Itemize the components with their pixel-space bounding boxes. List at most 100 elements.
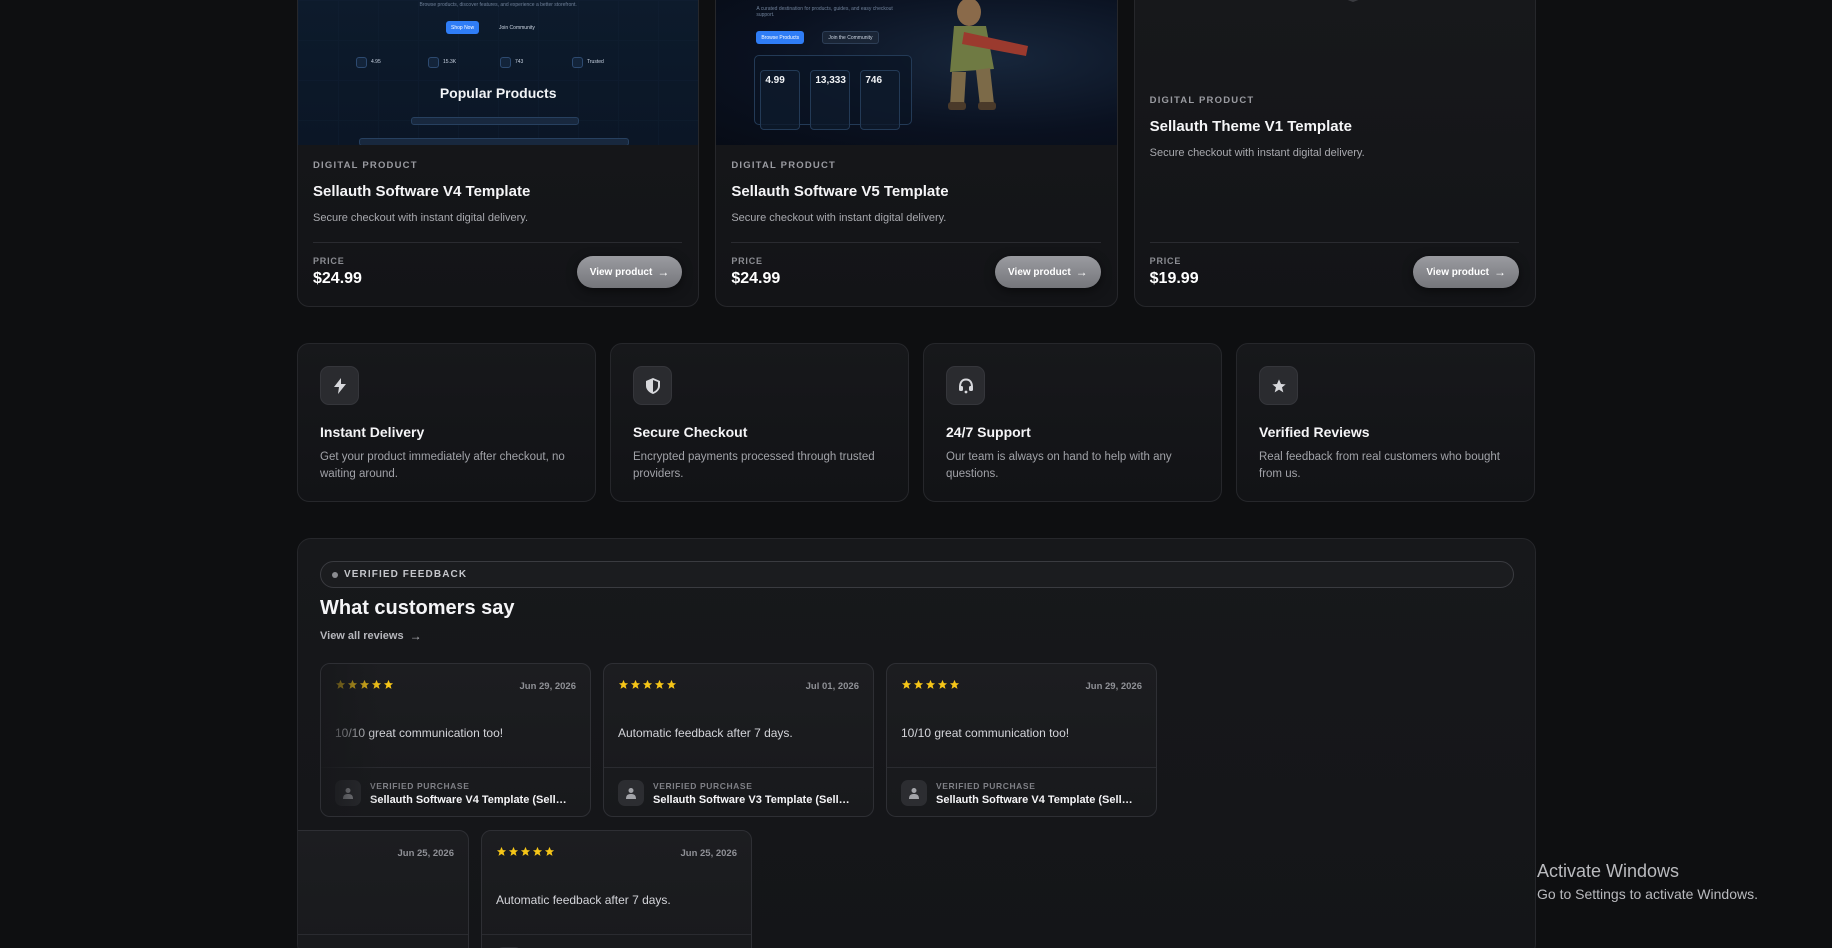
headset-icon	[946, 366, 985, 405]
rating-stars	[901, 677, 960, 695]
star-icon	[654, 677, 665, 695]
rating-stars	[618, 677, 677, 695]
review-card[interactable]: Jun 29, 2026 10/10 great communication to…	[886, 663, 1157, 817]
product-description: Secure checkout with instant digital del…	[313, 212, 529, 224]
star-icon	[508, 844, 519, 862]
review-date: Jun 25, 2026	[680, 847, 737, 859]
section-badge: VERIFIED FEEDBACK	[320, 561, 1514, 588]
mock-stat: Trusted	[587, 59, 604, 65]
character-illustration	[948, 0, 1029, 110]
review-product-name[interactable]: Sellauth Software V4 Template (SellAuth)	[370, 794, 570, 806]
windows-activation-watermark: Activate Windows Go to Settings to activ…	[1537, 861, 1758, 902]
product-card[interactable]: DIGITAL PRODUCT Sellauth Theme V1 Templa…	[1133, 0, 1536, 307]
feature-title: 24/7 Support	[946, 424, 1031, 440]
review-card[interactable]: Jun 25, 2026 Automatic feedback after 7 d…	[481, 830, 752, 948]
arrow-right-icon: →	[409, 629, 422, 643]
review-text: 10/10 great communication too!	[901, 726, 1070, 740]
badge-label: VERIFIED FEEDBACK	[344, 569, 468, 580]
feature-card: Secure Checkout Encrypted payments proce…	[610, 343, 909, 502]
feature-title: Secure Checkout	[633, 424, 748, 440]
watermark-title: Activate Windows	[1537, 861, 1680, 881]
product-image: Browse products, discover features, and …	[298, 0, 699, 145]
star-icon	[335, 677, 346, 695]
star-icon	[1259, 366, 1298, 405]
user-icon	[335, 780, 361, 806]
product-price: $24.99	[313, 270, 362, 287]
products-row: Browse products, discover features, and …	[297, 0, 1536, 307]
review-product-name[interactable]: Sellauth Software V3 Template (Sellauth)	[653, 794, 853, 806]
verified-purchase-label: VERIFIED PURCHASE	[936, 780, 1036, 791]
rating-stars	[496, 844, 555, 862]
view-all-reviews-link[interactable]: View all reviews →	[320, 629, 422, 643]
review-card[interactable]: Jun 29, 2026 10/10 great communication to…	[320, 663, 591, 817]
review-date: Jul 01, 2026	[805, 680, 859, 692]
package-icon	[1347, 0, 1358, 2]
bolt-icon	[320, 366, 359, 405]
arrow-right-icon: →	[1493, 265, 1506, 279]
product-title[interactable]: Sellauth Software V5 Template	[731, 183, 1100, 200]
product-title[interactable]: Sellauth Software V4 Template	[313, 183, 682, 200]
view-product-label: View product	[1426, 266, 1489, 278]
mock-browse-button: Browse Products	[756, 31, 805, 44]
mock-join-button: Join Community	[499, 24, 535, 31]
features-row: Instant Delivery Get your product immedi…	[297, 343, 1536, 502]
review-text: Automatic feedback after 7 days.	[496, 893, 671, 907]
feature-card: Instant Delivery Get your product immedi…	[297, 343, 596, 502]
review-card[interactable]: Jun 25, 2026after 7 days.VERIFIED PURCHA…	[298, 830, 469, 948]
star-icon	[642, 677, 653, 695]
watermark-subtitle: Go to Settings to activate Windows.	[1537, 886, 1758, 902]
review-date: Jun 29, 2026	[519, 680, 576, 692]
verified-purchase-label: VERIFIED PURCHASE	[370, 780, 470, 791]
dot-icon	[332, 571, 338, 578]
star-icon	[666, 677, 677, 695]
product-kicker: DIGITAL PRODUCT	[313, 160, 418, 171]
product-card[interactable]: Browse products, discover features, and …	[297, 0, 700, 307]
review-text: 10/10 great communication too!	[335, 726, 504, 740]
feature-description: Our team is always on hand to help with …	[946, 451, 1172, 480]
feature-title: Verified Reviews	[1259, 424, 1370, 440]
view-product-label: View product	[1008, 266, 1071, 278]
review-product-name[interactable]: Sellauth Software V4 Template (SellAuth)	[936, 794, 1136, 806]
review-text: Automatic feedback after 7 days.	[618, 726, 793, 740]
product-card[interactable]: A curated destination for products, guid…	[715, 0, 1118, 307]
product-description: Secure checkout with instant digital del…	[731, 212, 947, 224]
arrow-right-icon: →	[657, 265, 670, 279]
view-product-button[interactable]: View product →	[1413, 256, 1519, 288]
star-icon	[937, 677, 948, 695]
feature-title: Instant Delivery	[320, 424, 425, 440]
reviews-section: VERIFIED FEEDBACK What customers say Vie…	[297, 538, 1536, 948]
price-label: PRICE	[1149, 256, 1182, 266]
star-icon	[383, 677, 394, 695]
review-date: Jun 25, 2026	[397, 847, 454, 859]
price-label: PRICE	[731, 256, 763, 266]
feature-description: Encrypted payments processed through tru…	[633, 451, 875, 480]
star-icon	[925, 677, 936, 695]
mock-stat: 4.95	[371, 59, 381, 65]
shield-icon	[633, 366, 672, 405]
review-card[interactable]: Jul 01, 2026 Automatic feedback after 7 d…	[603, 663, 874, 817]
user-icon	[901, 780, 927, 806]
star-icon	[630, 677, 641, 695]
rating-stars	[335, 677, 394, 695]
mock-stat: 15.3K	[443, 59, 457, 65]
feature-description: Real feedback from real customers who bo…	[1259, 451, 1500, 480]
feature-description: Get your product immediately after check…	[320, 451, 565, 480]
user-icon	[618, 780, 644, 806]
mock-stat: 746	[865, 75, 883, 86]
review-text: after 7 days.	[298, 862, 468, 907]
view-all-label: View all reviews	[320, 630, 404, 642]
mock-heading: Popular Products	[439, 85, 557, 101]
view-product-button[interactable]: View product →	[576, 256, 683, 288]
star-icon	[359, 677, 370, 695]
star-icon	[520, 844, 531, 862]
star-icon	[901, 677, 912, 695]
mock-shop-button: Shop Now	[446, 21, 480, 34]
mock-stat: 4.99	[765, 75, 785, 86]
star-icon	[532, 844, 543, 862]
star-icon	[618, 677, 629, 695]
product-title[interactable]: Sellauth Theme V1 Template	[1150, 118, 1519, 135]
product-kicker: DIGITAL PRODUCT	[1149, 95, 1255, 106]
view-product-button[interactable]: View product →	[995, 256, 1101, 288]
product-price: $24.99	[731, 270, 781, 287]
mock-stat: 743	[515, 59, 524, 65]
